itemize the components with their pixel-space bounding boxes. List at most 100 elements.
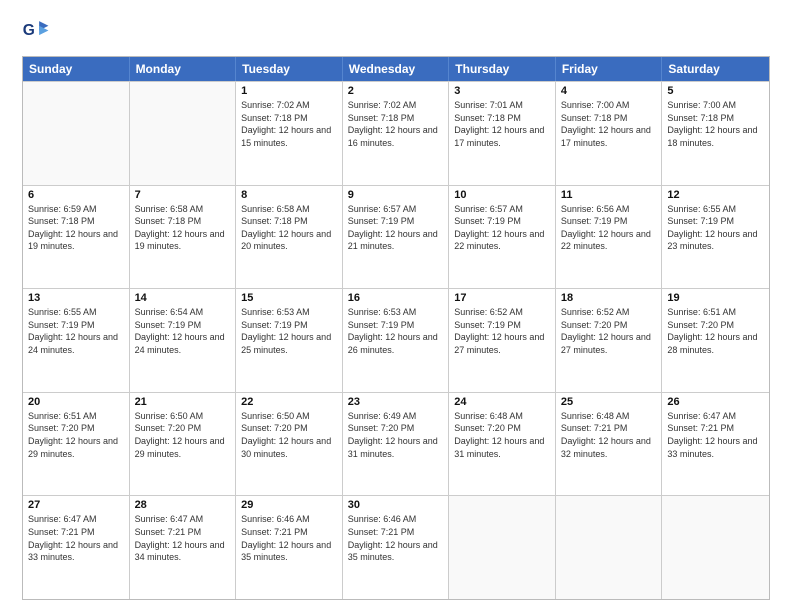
day-cell-27: 27 Sunrise: 6:47 AMSunset: 7:21 PMDayligh… <box>23 496 130 599</box>
day-info: Sunrise: 6:53 AMSunset: 7:19 PMDaylight:… <box>241 306 337 356</box>
day-number: 25 <box>561 396 657 408</box>
day-info: Sunrise: 7:00 AMSunset: 7:18 PMDaylight:… <box>561 99 657 149</box>
day-cell-1: 1 Sunrise: 7:02 AMSunset: 7:18 PMDaylight… <box>236 82 343 185</box>
day-info: Sunrise: 6:53 AMSunset: 7:19 PMDaylight:… <box>348 306 444 356</box>
day-info: Sunrise: 7:01 AMSunset: 7:18 PMDaylight:… <box>454 99 550 149</box>
day-cell-14: 14 Sunrise: 6:54 AMSunset: 7:19 PMDayligh… <box>130 289 237 392</box>
day-info: Sunrise: 6:51 AMSunset: 7:20 PMDaylight:… <box>28 410 124 460</box>
day-info: Sunrise: 6:48 AMSunset: 7:21 PMDaylight:… <box>561 410 657 460</box>
day-number: 20 <box>28 396 124 408</box>
day-number: 21 <box>135 396 231 408</box>
day-cell-3: 3 Sunrise: 7:01 AMSunset: 7:18 PMDaylight… <box>449 82 556 185</box>
day-cell-20: 20 Sunrise: 6:51 AMSunset: 7:20 PMDayligh… <box>23 393 130 496</box>
day-number: 19 <box>667 292 764 304</box>
day-number: 8 <box>241 189 337 201</box>
day-cell-10: 10 Sunrise: 6:57 AMSunset: 7:19 PMDayligh… <box>449 186 556 289</box>
day-info: Sunrise: 6:46 AMSunset: 7:21 PMDaylight:… <box>348 513 444 563</box>
day-number: 2 <box>348 85 444 97</box>
calendar-header: SundayMondayTuesdayWednesdayThursdayFrid… <box>23 57 769 81</box>
header-wednesday: Wednesday <box>343 57 450 81</box>
day-cell-5: 5 Sunrise: 7:00 AMSunset: 7:18 PMDaylight… <box>662 82 769 185</box>
day-cell-28: 28Sunrise: 6:47 AMSunset: 7:21 PMDayligh… <box>130 496 237 599</box>
day-number: 6 <box>28 189 124 201</box>
day-cell-17: 17 Sunrise: 6:52 AMSunset: 7:19 PMDayligh… <box>449 289 556 392</box>
day-info: Sunrise: 7:00 AMSunset: 7:18 PMDaylight:… <box>667 99 764 149</box>
day-info: Sunrise: 6:49 AMSunset: 7:20 PMDaylight:… <box>348 410 444 460</box>
week-row-1: 1 Sunrise: 7:02 AMSunset: 7:18 PMDaylight… <box>23 81 769 185</box>
header-sunday: Sunday <box>23 57 130 81</box>
week-row-4: 20 Sunrise: 6:51 AMSunset: 7:20 PMDayligh… <box>23 392 769 496</box>
day-cell-empty <box>23 82 130 185</box>
day-cell-23: 23 Sunrise: 6:49 AMSunset: 7:20 PMDayligh… <box>343 393 450 496</box>
calendar-body: 1 Sunrise: 7:02 AMSunset: 7:18 PMDaylight… <box>23 81 769 599</box>
day-info: Sunrise: 6:46 AMSunset: 7:21 PMDaylight:… <box>241 513 337 563</box>
day-cell-9: 9 Sunrise: 6:57 AMSunset: 7:19 PMDaylight… <box>343 186 450 289</box>
day-cell-25: 25 Sunrise: 6:48 AMSunset: 7:21 PMDayligh… <box>556 393 663 496</box>
day-cell-24: 24 Sunrise: 6:48 AMSunset: 7:20 PMDayligh… <box>449 393 556 496</box>
logo-icon: G <box>22 18 50 46</box>
day-number: 26 <box>667 396 764 408</box>
day-number: 27 <box>28 499 124 511</box>
day-number: 12 <box>667 189 764 201</box>
day-cell-7: 7 Sunrise: 6:58 AMSunset: 7:18 PMDaylight… <box>130 186 237 289</box>
day-number: 3 <box>454 85 550 97</box>
day-number: 9 <box>348 189 444 201</box>
day-number: 7 <box>135 189 231 201</box>
day-info: Sunrise: 6:52 AMSunset: 7:19 PMDaylight:… <box>454 306 550 356</box>
day-cell-21: 21 Sunrise: 6:50 AMSunset: 7:20 PMDayligh… <box>130 393 237 496</box>
day-info: Sunrise: 6:56 AMSunset: 7:19 PMDaylight:… <box>561 203 657 253</box>
day-number: 16 <box>348 292 444 304</box>
day-number: 24 <box>454 396 550 408</box>
day-number: 10 <box>454 189 550 201</box>
day-number: 29 <box>241 499 337 511</box>
day-info: Sunrise: 6:54 AMSunset: 7:19 PMDaylight:… <box>135 306 231 356</box>
header-monday: Monday <box>130 57 237 81</box>
day-number: 1 <box>241 85 337 97</box>
week-row-5: 27 Sunrise: 6:47 AMSunset: 7:21 PMDayligh… <box>23 495 769 599</box>
day-info: Sunrise: 6:47 AMSunset: 7:21 PMDaylight:… <box>667 410 764 460</box>
day-number: 14 <box>135 292 231 304</box>
day-cell-16: 16 Sunrise: 6:53 AMSunset: 7:19 PMDayligh… <box>343 289 450 392</box>
day-number: 17 <box>454 292 550 304</box>
day-number: 18 <box>561 292 657 304</box>
week-row-2: 6Sunrise: 6:59 AMSunset: 7:18 PMDaylight… <box>23 185 769 289</box>
logo: G <box>22 18 54 46</box>
day-cell-4: 4 Sunrise: 7:00 AMSunset: 7:18 PMDaylight… <box>556 82 663 185</box>
day-cell-18: 18Sunrise: 6:52 AMSunset: 7:20 PMDayligh… <box>556 289 663 392</box>
day-cell-empty <box>130 82 237 185</box>
day-info: Sunrise: 6:55 AMSunset: 7:19 PMDaylight:… <box>667 203 764 253</box>
day-cell-empty <box>449 496 556 599</box>
day-cell-empty <box>662 496 769 599</box>
day-cell-8: 8 Sunrise: 6:58 AMSunset: 7:18 PMDaylight… <box>236 186 343 289</box>
day-cell-empty <box>556 496 663 599</box>
day-info: Sunrise: 6:55 AMSunset: 7:19 PMDaylight:… <box>28 306 124 356</box>
day-number: 23 <box>348 396 444 408</box>
header-saturday: Saturday <box>662 57 769 81</box>
day-cell-22: 22Sunrise: 6:50 AMSunset: 7:20 PMDayligh… <box>236 393 343 496</box>
day-info: Sunrise: 6:58 AMSunset: 7:18 PMDaylight:… <box>241 203 337 253</box>
day-info: Sunrise: 6:48 AMSunset: 7:20 PMDaylight:… <box>454 410 550 460</box>
week-row-3: 13Sunrise: 6:55 AMSunset: 7:19 PMDayligh… <box>23 288 769 392</box>
calendar: SundayMondayTuesdayWednesdayThursdayFrid… <box>22 56 770 600</box>
day-number: 5 <box>667 85 764 97</box>
day-cell-15: 15 Sunrise: 6:53 AMSunset: 7:19 PMDayligh… <box>236 289 343 392</box>
day-info: Sunrise: 6:57 AMSunset: 7:19 PMDaylight:… <box>348 203 444 253</box>
day-cell-30: 30Sunrise: 6:46 AMSunset: 7:21 PMDayligh… <box>343 496 450 599</box>
day-cell-6: 6Sunrise: 6:59 AMSunset: 7:18 PMDaylight… <box>23 186 130 289</box>
day-info: Sunrise: 6:47 AMSunset: 7:21 PMDaylight:… <box>135 513 231 563</box>
day-info: Sunrise: 6:57 AMSunset: 7:19 PMDaylight:… <box>454 203 550 253</box>
day-info: Sunrise: 6:58 AMSunset: 7:18 PMDaylight:… <box>135 203 231 253</box>
day-info: Sunrise: 7:02 AMSunset: 7:18 PMDaylight:… <box>348 99 444 149</box>
day-number: 15 <box>241 292 337 304</box>
day-number: 4 <box>561 85 657 97</box>
svg-text:G: G <box>23 22 35 39</box>
day-info: Sunrise: 6:50 AMSunset: 7:20 PMDaylight:… <box>135 410 231 460</box>
day-cell-2: 2 Sunrise: 7:02 AMSunset: 7:18 PMDaylight… <box>343 82 450 185</box>
header-tuesday: Tuesday <box>236 57 343 81</box>
day-info: Sunrise: 6:51 AMSunset: 7:20 PMDaylight:… <box>667 306 764 356</box>
day-cell-29: 29 Sunrise: 6:46 AMSunset: 7:21 PMDayligh… <box>236 496 343 599</box>
day-info: Sunrise: 7:02 AMSunset: 7:18 PMDaylight:… <box>241 99 337 149</box>
day-info: Sunrise: 6:47 AMSunset: 7:21 PMDaylight:… <box>28 513 124 563</box>
header-friday: Friday <box>556 57 663 81</box>
day-cell-26: 26 Sunrise: 6:47 AMSunset: 7:21 PMDayligh… <box>662 393 769 496</box>
